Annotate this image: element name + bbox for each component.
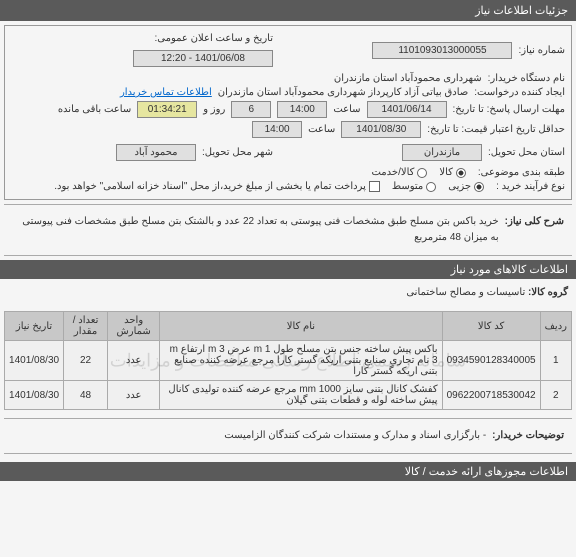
req-no-value: 1101093013000055 [372, 42, 512, 59]
min-valid-date: 1401/08/30 [341, 121, 421, 138]
req-no-label: شماره نیاز: [518, 45, 565, 56]
creator-label: ایجاد کننده درخواست: [474, 87, 565, 98]
th-name: نام کالا [160, 312, 442, 341]
province-value: مازندران [402, 144, 482, 161]
cell-code: 0934590128340005 [442, 341, 540, 381]
city-value: محمود آباد [116, 144, 196, 161]
remain-label: ساعت باقی مانده [58, 104, 131, 115]
radio-low-label: جزیی [448, 181, 471, 192]
radio-service[interactable]: کالا/خدمت [371, 167, 427, 178]
cell-date: 1401/08/30 [5, 381, 64, 410]
process-label: نوع فرآیند خرید : [496, 181, 565, 192]
deadline-date: 1401/06/14 [367, 101, 447, 118]
buyer-org-label: نام دستگاه خریدار: [488, 73, 565, 84]
cell-unit: عدد [108, 381, 160, 410]
radio-low[interactable]: جزیی [448, 181, 484, 192]
cell-name: کفشک کانال بتنی سایز mm 1000 مرجع عرضه ک… [160, 381, 442, 410]
group-value: تاسیسات و مصالح ساختمانی [406, 287, 525, 298]
th-qty: تعداد / مقدار [64, 312, 108, 341]
goods-table: ردیف کد کالا نام کالا واحد شمارش تعداد /… [4, 311, 572, 410]
public-date-value: 1401/06/08 - 12:20 [133, 50, 273, 67]
province-label: استان محل تحویل: [488, 147, 565, 158]
cell-name: باکس پیش ساخته جنس بتن مسلح طول m 1 عرض … [160, 341, 442, 381]
min-valid-label: حداقل تاریخ اعتبار قیمت: تا تاریخ: [427, 124, 565, 135]
buyer-org-value: شهرداری محمودآباد استان مازندران [334, 73, 482, 84]
th-unit: واحد شمارش [108, 312, 160, 341]
buyer-notes-text: - بارگزاری اسناد و مدارک و مستندات شرکت … [12, 428, 486, 444]
radio-service-label: کالا/خدمت [371, 167, 414, 178]
note-text: پرداخت تمام یا بخشی از مبلغ خرید،از محل … [54, 181, 366, 192]
th-code: کد کالا [442, 312, 540, 341]
table-row: 2 0962200718530042 کفشک کانال بتنی سایز … [5, 381, 572, 410]
checkbox-icon [369, 181, 380, 192]
cell-idx: 2 [540, 381, 571, 410]
buyer-notes-label: توضیحات خریدار: [492, 428, 564, 444]
radio-icon [417, 168, 427, 178]
radio-icon [456, 168, 466, 178]
footer-header: اطلاعات مجوزهای ارائه خدمت / کالا [0, 462, 576, 481]
radio-goods-label: کالا [439, 167, 453, 178]
days-left: 6 [231, 101, 271, 118]
rooz-va: روز و [203, 104, 225, 115]
cell-idx: 1 [540, 341, 571, 381]
creator-value: صادق بیاتی آزاد کارپرداز شهرداری محمودآب… [218, 87, 468, 98]
saat-label-1: ساعت [333, 104, 360, 115]
checkbox-note[interactable]: پرداخت تمام یا بخشی از مبلغ خرید،از محل … [54, 181, 380, 192]
th-date: تاریخ نیاز [5, 312, 64, 341]
saat-label-2: ساعت [308, 124, 335, 135]
page-title: جزئیات اطلاعات نیاز [0, 0, 576, 21]
radio-mid[interactable]: متوسط [392, 181, 436, 192]
contact-link[interactable]: اطلاعات تماس خریدار [120, 87, 212, 98]
min-valid-time: 14:00 [252, 121, 302, 138]
topic-label: طبقه بندی موضوعی: [478, 167, 565, 178]
radio-icon [474, 182, 484, 192]
cell-date: 1401/08/30 [5, 341, 64, 381]
cell-qty: 22 [64, 341, 108, 381]
cell-code: 0962200718530042 [442, 381, 540, 410]
radio-icon [426, 182, 436, 192]
summary-text: خرید باکس بتن مسلح طبق مشخصات فنی پیوستی… [12, 214, 499, 246]
public-date-label: تاریخ و ساعت اعلان عمومی: [155, 33, 274, 44]
goods-header: اطلاعات کالاهای مورد نیاز [0, 260, 576, 279]
cell-unit: عدد [108, 341, 160, 381]
city-label: شهر محل تحویل: [202, 147, 273, 158]
deadline-time: 14:00 [277, 101, 327, 118]
deadline-label: مهلت ارسال پاسخ: تا تاریخ: [453, 104, 565, 115]
radio-goods[interactable]: کالا [439, 167, 466, 178]
group-label: گروه کالا: [528, 287, 568, 298]
summary-label: شرح کلی نیاز: [505, 214, 564, 230]
table-row: 1 0934590128340005 باکس پیش ساخته جنس بت… [5, 341, 572, 381]
radio-mid-label: متوسط [392, 181, 423, 192]
cell-qty: 48 [64, 381, 108, 410]
th-row: ردیف [540, 312, 571, 341]
remain-time: 01:34:21 [137, 101, 197, 118]
